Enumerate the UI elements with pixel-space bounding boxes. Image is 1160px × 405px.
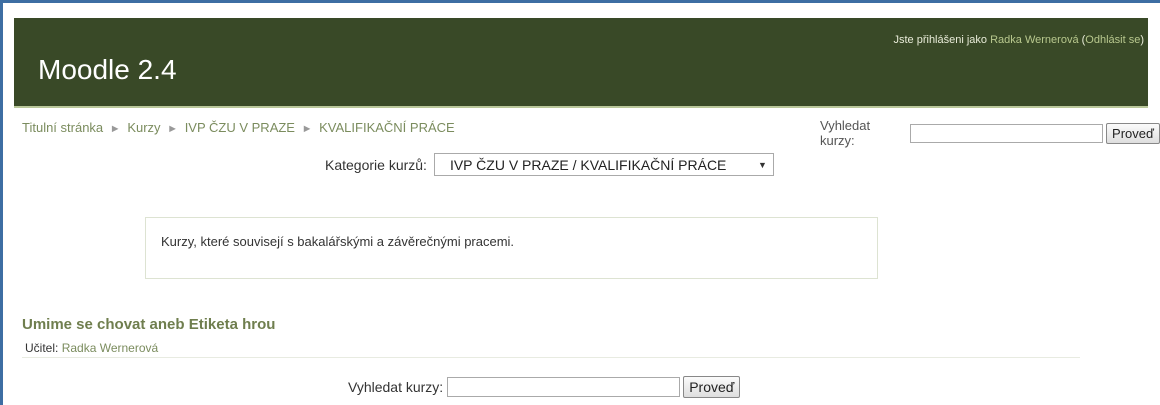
category-description-box: Kurzy, které souvisejí s bakalářskými a … [145, 217, 878, 279]
category-description: Kurzy, které souvisejí s bakalářskými a … [161, 234, 515, 249]
breadcrumb-separator: ► [167, 123, 179, 135]
course-search-bottom: Vyhledat kurzy: Proveď [348, 376, 741, 398]
category-selected-value: IVP ČZU V PRAZE / KVALIFIKAČNÍ PRÁCE [449, 156, 727, 173]
logout-link[interactable]: Odhlásit se [1085, 34, 1140, 46]
breadcrumb-home[interactable]: Titulní stránka [22, 120, 103, 135]
course-title-link[interactable]: Umime se chovat aneb Etiketa hrou [22, 316, 275, 333]
logout-close-paren: ) [1140, 34, 1144, 46]
user-name-link[interactable]: Radka Wernerová [990, 34, 1078, 46]
breadcrumb: Titulní stránka ► Kurzy ► IVP ČZU V PRAZ… [22, 120, 455, 135]
course-search-input[interactable] [447, 377, 681, 397]
teacher-label: Učitel: [25, 341, 59, 355]
course-search-label: Vyhledat kurzy: [348, 379, 444, 395]
category-selector: Kategorie kurzů: IVP ČZU V PRAZE / KVALI… [325, 153, 774, 176]
breadcrumb-current[interactable]: KVALIFIKAČNÍ PRÁCE [319, 120, 455, 135]
breadcrumb-separator: ► [301, 123, 313, 135]
course-search-button[interactable]: Proveď [683, 376, 741, 398]
site-title[interactable]: Moodle 2.4 [38, 54, 177, 86]
caret-down-icon: ▼ [758, 159, 767, 170]
course-search-top: Vyhledat kurzy: Proveď [820, 118, 1160, 148]
page-header: Moodle 2.4 Jste přihlášeni jako Radka We… [14, 18, 1148, 108]
course-teacher: Učitel: Radka Wernerová [25, 341, 158, 355]
category-select[interactable]: IVP ČZU V PRAZE / KVALIFIKAČNÍ PRÁCE ▼ [433, 153, 774, 176]
breadcrumb-ivp[interactable]: IVP ČZU V PRAZE [185, 120, 295, 135]
category-label: Kategorie kurzů: [325, 156, 427, 173]
login-info: Jste přihlášeni jako Radka Wernerová (Od… [893, 34, 1144, 46]
course-search-input[interactable] [910, 123, 1104, 143]
course-search-label: Vyhledat kurzy: [820, 118, 871, 148]
breadcrumb-separator: ► [109, 123, 121, 135]
divider [22, 357, 1080, 358]
teacher-name-link[interactable]: Radka Wernerová [62, 341, 159, 355]
login-prefix: Jste přihlášeni jako [893, 34, 988, 46]
course-search-button[interactable]: Proveď [1106, 122, 1160, 144]
breadcrumb-courses[interactable]: Kurzy [127, 120, 160, 135]
